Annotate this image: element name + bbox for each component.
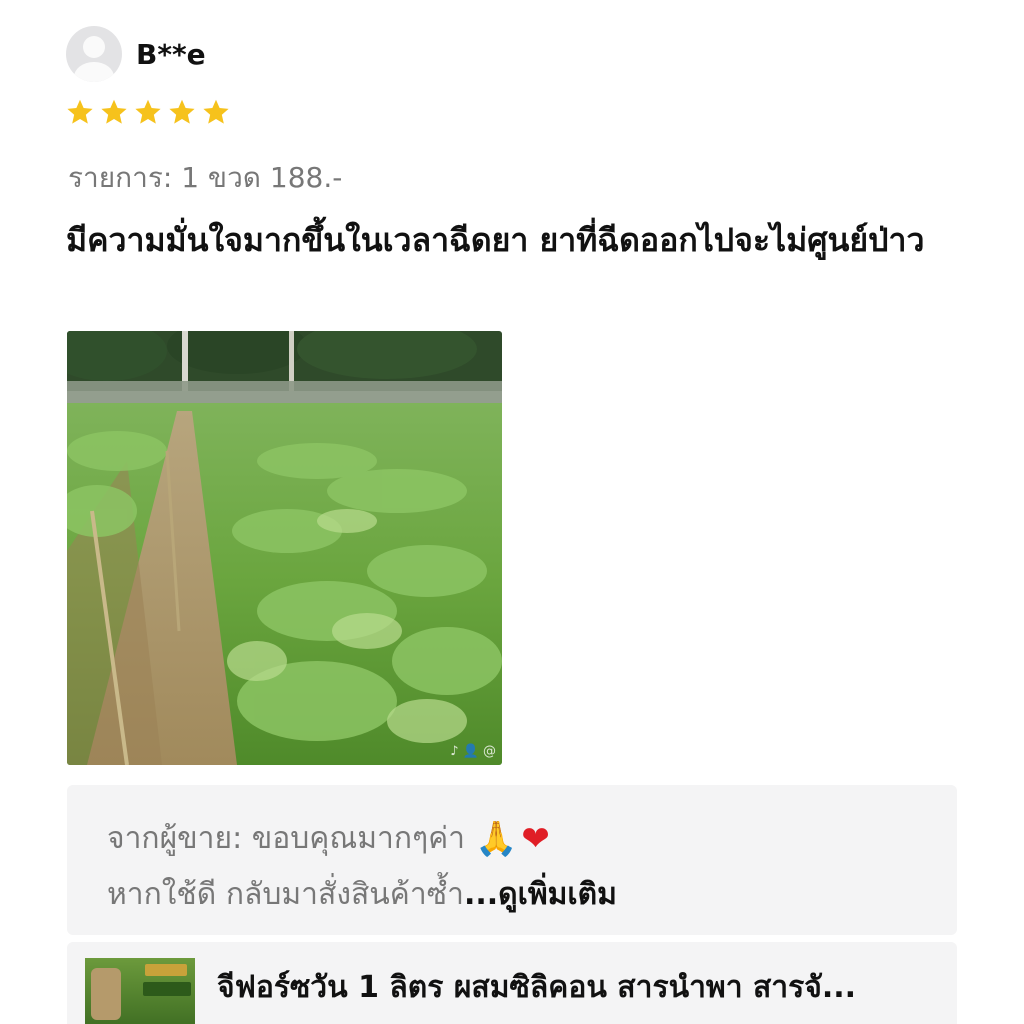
reviewer-username: B**e <box>136 37 206 71</box>
product-name: จีฟอร์ซวัน 1 ลิตร ผสมซิลิคอน สารนำพา สาร… <box>217 970 857 1005</box>
seller-reply-line1: จากผู้ขาย: ขอบคุณมากๆค่า 🙏 ❤ <box>107 815 550 862</box>
review-text: มีความมั่นใจมากขึ้นในเวลาฉีดยา ยาที่ฉีดอ… <box>66 221 925 259</box>
seller-reply-text: จากผู้ขาย: ขอบคุณมากๆค่า <box>107 821 466 856</box>
product-thumbnail <box>85 958 195 1024</box>
star-icon <box>100 98 128 126</box>
seller-reply-box: จากผู้ขาย: ขอบคุณมากๆค่า 🙏 ❤ หากใช้ดี กล… <box>67 785 957 935</box>
pray-emoji-icon: 🙏 <box>475 818 518 859</box>
review-card: B**e รายการ: 1 ขวด 188.- มีความมั่นใจมาก… <box>0 0 1024 1024</box>
star-icon <box>202 98 230 126</box>
see-more-link[interactable]: ...ดูเพิ่มเติม <box>464 877 617 912</box>
star-icon <box>168 98 196 126</box>
purchased-variation: รายการ: 1 ขวด 188.- <box>68 161 343 194</box>
review-photo[interactable]: ♪ 👤 @ <box>67 331 502 765</box>
seller-reply-text-cont: หากใช้ดี กลับมาสั่งสินค้าซ้ำ <box>107 877 464 912</box>
photo-watermark: ♪ 👤 @ <box>450 744 496 759</box>
default-user-avatar-icon[interactable] <box>66 26 122 82</box>
seller-reply-line2: หากใช้ดี กลับมาสั่งสินค้าซ้ำ...ดูเพิ่มเต… <box>107 871 617 918</box>
vegetable-field-image <box>67 331 502 765</box>
star-icon <box>134 98 162 126</box>
product-link-card[interactable]: จีฟอร์ซวัน 1 ลิตร ผสมซิลิคอน สารนำพา สาร… <box>67 942 957 1024</box>
reviewer-header: B**e <box>66 26 206 82</box>
heart-emoji-icon: ❤ <box>521 818 550 859</box>
star-rating <box>66 98 230 126</box>
star-icon <box>66 98 94 126</box>
